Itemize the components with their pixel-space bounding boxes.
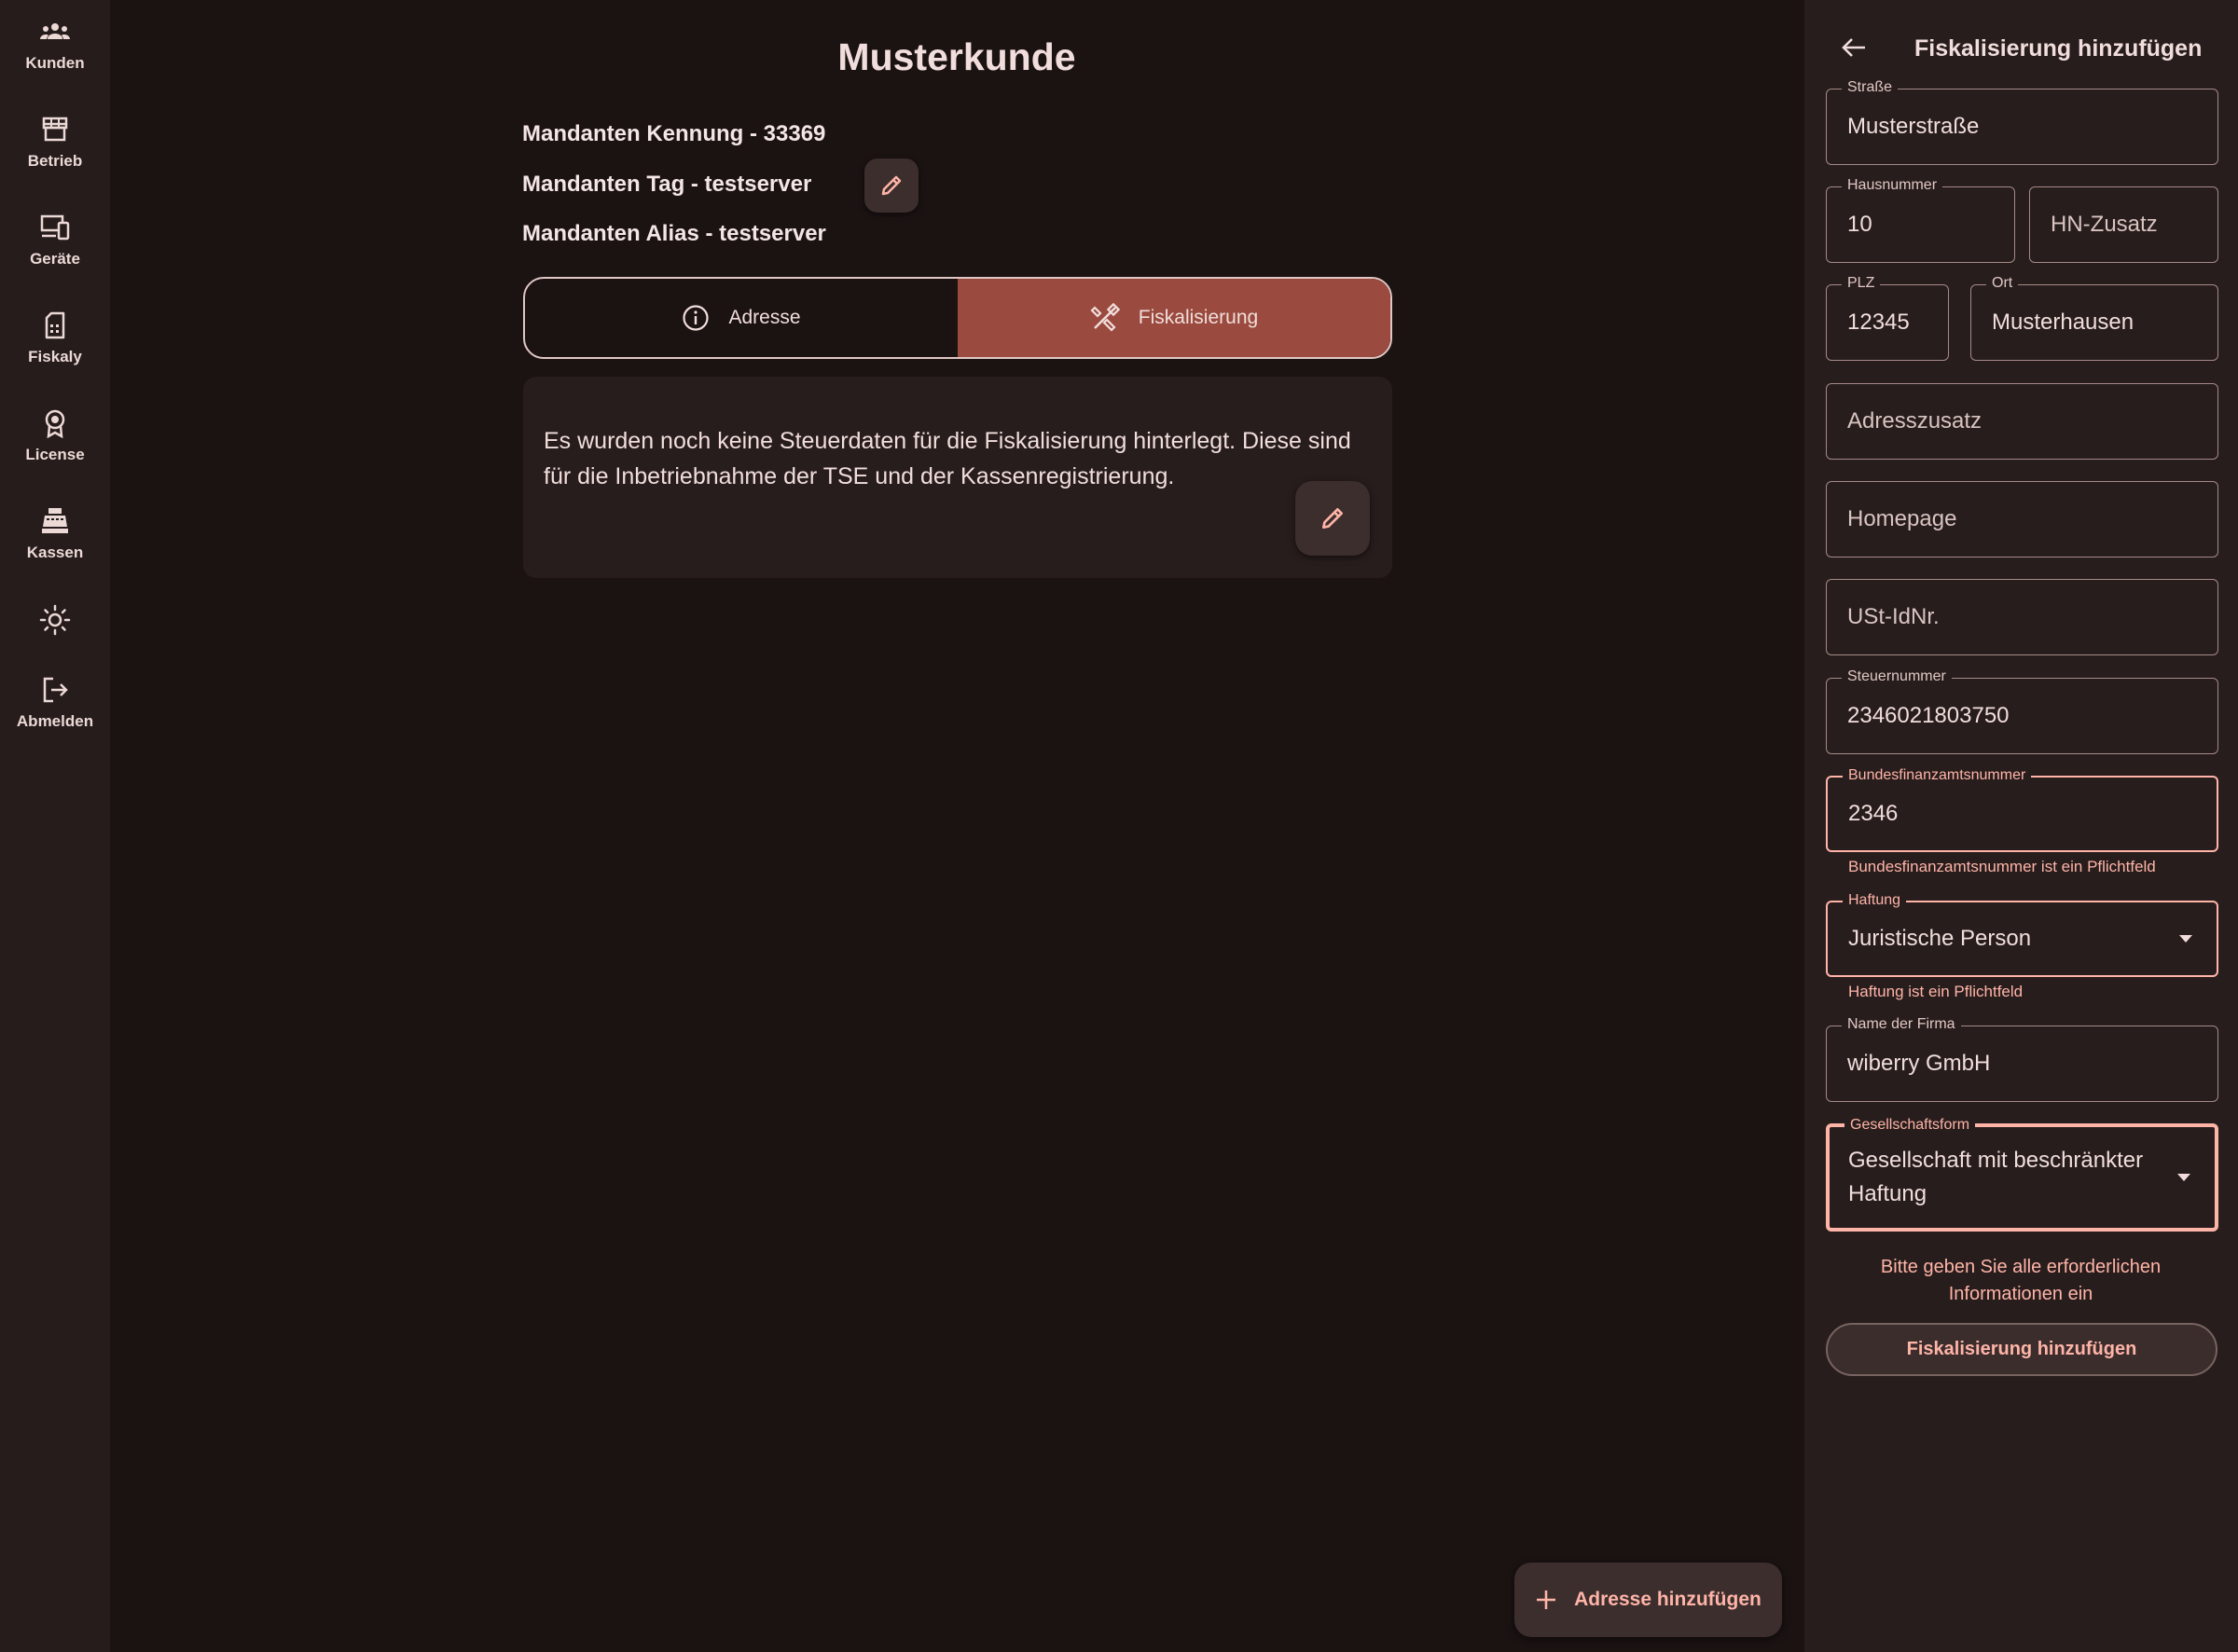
tools-icon <box>1090 303 1120 332</box>
nav-label: Betrieb <box>27 152 83 170</box>
nav-item-kassen[interactable]: Kassen <box>0 506 110 562</box>
field-label: PLZ <box>1842 274 1881 293</box>
haftung-error: Haftung ist ein Pflichtfeld <box>1848 983 2024 1000</box>
field-value: 2346021803750 <box>1847 703 2010 728</box>
sun-icon <box>39 604 71 636</box>
page-title: Musterkunde <box>837 35 1076 78</box>
field-label: Straße <box>1842 78 1899 97</box>
add-address-button[interactable]: Adresse hinzufügen <box>1514 1563 1782 1637</box>
ort-field[interactable]: Ort Musterhausen <box>1970 274 2218 361</box>
theme-toggle[interactable] <box>0 604 110 636</box>
devices-icon <box>40 214 70 241</box>
edit-fiscal-button[interactable] <box>1295 481 1370 556</box>
back-button[interactable] <box>1840 34 1868 66</box>
field-label: Name der Firma <box>1842 1015 1961 1034</box>
field-label: Haftung <box>1843 891 1907 910</box>
plus-icon <box>1537 1590 1556 1609</box>
field-label: Bundesfinanzamtsnummer <box>1843 766 2032 785</box>
firma-field[interactable]: Name der Firma wiberry GmbH <box>1826 1015 2218 1102</box>
field-value: Juristische Person <box>1848 926 2032 951</box>
field-label: Steuernummer <box>1842 668 1952 686</box>
field-value: 10 <box>1847 212 1872 237</box>
add-address-label: Adresse hinzufügen <box>1574 1589 1761 1610</box>
submit-fiscal-button[interactable]: Fiskalisierung hinzufügen <box>1826 1323 2217 1376</box>
homepage-field[interactable]: Homepage <box>1826 481 2218 558</box>
tab-label: Fiskalisierung <box>1138 307 1259 328</box>
field-label: Ort <box>1986 274 2019 293</box>
navigation-rail: Kunden Betrieb Geräte Fiskaly License Ka… <box>0 0 110 1652</box>
tab-label: Adresse <box>728 307 801 328</box>
pencil-icon <box>1322 508 1343 529</box>
field-placeholder: USt-IdNr. <box>1847 604 1940 629</box>
fiscal-info-text: Es wurden noch keine Steuerdaten für die… <box>544 428 1351 489</box>
nav-label: Fiskaly <box>28 348 82 365</box>
cash-register-icon <box>42 508 68 533</box>
field-placeholder: Homepage <box>1847 506 1957 531</box>
nav-label: License <box>25 446 85 463</box>
fiscal-info-card: Es wurden noch keine Steuerdaten für die… <box>523 377 1392 578</box>
nav-item-fiskaly[interactable]: Fiskaly <box>0 310 110 366</box>
mandanten-kennung: Mandanten Kennung - 33369 <box>522 121 826 146</box>
field-label: Gesellschaftsform <box>1844 1116 1976 1135</box>
logout-icon <box>43 677 68 703</box>
mandanten-tag: Mandanten Tag - testserver <box>522 172 812 197</box>
strasse-field[interactable]: Straße Musterstraße <box>1826 78 2218 165</box>
arrow-left-icon <box>1842 38 1865 57</box>
haftung-select[interactable]: Haftung Juristische Person <box>1826 891 2218 977</box>
nav-item-betrieb[interactable]: Betrieb <box>0 115 110 171</box>
dropdown-arrow-icon <box>2177 1174 2190 1181</box>
pencil-icon <box>881 175 902 196</box>
nav-item-geraete[interactable]: Geräte <box>0 213 110 268</box>
field-value: 12345 <box>1847 310 1910 335</box>
form-validation-message: Bitte geben Sie alle erforderlichen Info… <box>1880 1257 2162 1304</box>
dropdown-arrow-icon <box>2179 935 2192 943</box>
tab-switcher: Adresse Fiskalisierung <box>523 277 1392 359</box>
plz-field[interactable]: PLZ 12345 <box>1826 274 1949 361</box>
field-placeholder: HN-Zusatz <box>2051 212 2158 237</box>
mandanten-alias: Mandanten Alias - testserver <box>522 221 826 246</box>
field-placeholder: Adresszusatz <box>1847 408 1982 434</box>
field-label: Hausnummer <box>1842 176 1943 195</box>
nav-label: Kassen <box>26 544 84 561</box>
panel-header: Fiskalisierung hinzufügen <box>1804 28 2238 69</box>
panel-title: Fiskalisierung hinzufügen <box>1914 35 2203 62</box>
steuernummer-field[interactable]: Steuernummer 2346021803750 <box>1826 668 2218 754</box>
gesellschaftsform-select[interactable]: Gesellschaftsform Gesellschaft mit besch… <box>1826 1116 2218 1232</box>
hausnummer-field[interactable]: Hausnummer 10 <box>1826 176 2015 263</box>
store-icon <box>42 117 68 142</box>
bundesfinanzamtsnummer-field[interactable]: Bundesfinanzamtsnummer 2346 <box>1826 766 2218 852</box>
adresszusatz-field[interactable]: Adresszusatz <box>1826 383 2218 460</box>
field-value: Musterhausen <box>1992 310 2134 335</box>
edit-tag-button[interactable] <box>864 158 919 213</box>
tab-adresse[interactable]: Adresse <box>525 279 958 357</box>
nav-label: Abmelden <box>16 712 94 730</box>
nav-item-abmelden[interactable]: Abmelden <box>0 675 110 731</box>
nav-label: Geräte <box>30 250 80 268</box>
bundesfinanzamtsnummer-error: Bundesfinanzamtsnummer ist ein Pflichtfe… <box>1848 858 2156 875</box>
hn-zusatz-field[interactable]: HN-Zusatz <box>2029 186 2218 263</box>
ust-id-field[interactable]: USt-IdNr. <box>1826 579 2218 655</box>
tab-fiskalisierung[interactable]: Fiskalisierung <box>958 279 1390 357</box>
field-value: Musterstraße <box>1847 114 1980 139</box>
license-badge-icon <box>45 409 65 438</box>
field-value: wiberry GmbH <box>1847 1051 1991 1076</box>
field-value: Gesellschaft mit beschränkter Haftung <box>1848 1148 2144 1206</box>
info-icon <box>683 305 710 331</box>
nav-item-license[interactable]: License <box>0 408 110 464</box>
field-value: 2346 <box>1848 801 1899 826</box>
sim-card-icon <box>45 311 65 339</box>
